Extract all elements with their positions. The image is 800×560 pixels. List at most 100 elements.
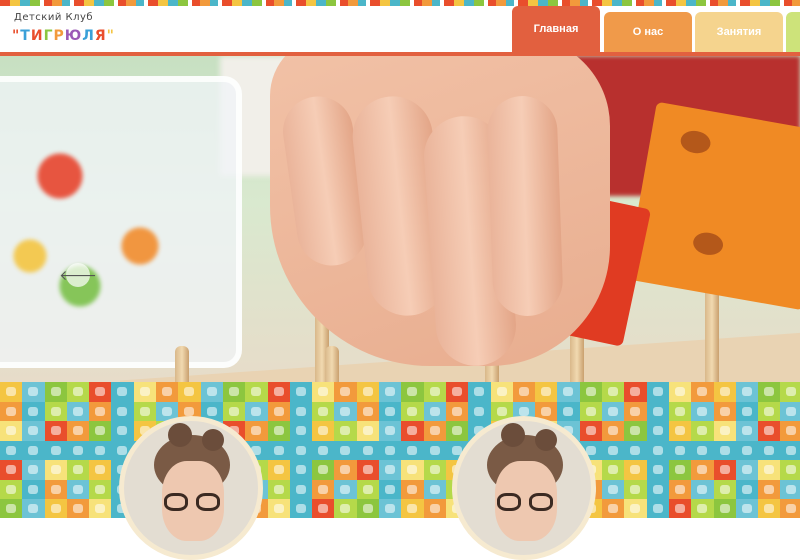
pattern-tile [445, 382, 469, 402]
logo-letter: Г [43, 28, 54, 44]
logo-letter: Т [20, 28, 31, 44]
pattern-tile [691, 479, 714, 499]
pattern-tile [133, 401, 157, 421]
nav-tab-classes[interactable]: Занятия [695, 12, 783, 52]
pattern-tile [445, 421, 469, 441]
pattern-tile [289, 401, 313, 421]
pattern-tile [735, 382, 759, 402]
pattern-tile [735, 421, 759, 441]
pattern-tile [668, 421, 692, 441]
pattern-tile [267, 421, 290, 441]
pattern-tile [423, 499, 446, 518]
logo-letter: Р [53, 28, 65, 44]
orange-wooden-block [625, 101, 800, 311]
nav-tab-about[interactable]: О нас [604, 12, 692, 52]
pattern-tile [379, 401, 402, 421]
pattern-tile [780, 460, 800, 480]
pattern-tile [758, 479, 781, 499]
pattern-tile [312, 440, 335, 460]
pattern-tile [624, 382, 647, 402]
logo-letter: Л [82, 28, 95, 44]
nav-tab-home[interactable]: Главная [512, 6, 600, 52]
pattern-tile [758, 440, 781, 460]
pattern-tile [602, 401, 625, 421]
pattern-tile [0, 499, 23, 518]
pattern-tile [289, 421, 313, 441]
pattern-tile [66, 382, 90, 402]
pattern-tile [758, 382, 781, 402]
pattern-tile [66, 421, 90, 441]
pattern-tile [579, 401, 603, 421]
pattern-tile [0, 440, 23, 460]
pattern-tile [713, 460, 736, 480]
pattern-tile [89, 401, 112, 421]
pattern-tile [602, 440, 625, 460]
club-logo[interactable]: Детский Клуб "ТИГРЮЛЯ" [12, 10, 122, 50]
pattern-tile [89, 460, 112, 480]
pattern-tile [691, 382, 714, 402]
pattern-tile [401, 499, 424, 518]
pattern-tile [379, 382, 402, 402]
pattern-tile [780, 401, 800, 421]
pattern-tile [401, 421, 424, 441]
pattern-tile [334, 401, 357, 421]
pattern-tile [713, 479, 736, 499]
pattern-tile [356, 479, 380, 499]
pattern-tile [646, 440, 669, 460]
pattern-tile [111, 401, 134, 421]
pattern-tile [0, 421, 23, 441]
portrait-girl-1[interactable] [119, 416, 263, 560]
pattern-tile [356, 401, 380, 421]
pattern-tile [423, 401, 446, 421]
pattern-tile [22, 382, 45, 402]
pattern-tile [691, 421, 714, 441]
pattern-tile [379, 421, 402, 441]
nav-tab-more[interactable] [786, 12, 800, 52]
pattern-tile [245, 401, 268, 421]
pattern-tile [668, 499, 692, 518]
pattern-tile [423, 382, 446, 402]
pattern-tile [312, 499, 335, 518]
pattern-tile [44, 401, 67, 421]
pattern-tile [0, 401, 23, 421]
pattern-tile [490, 382, 513, 402]
pattern-tile [44, 499, 67, 518]
pattern-tile [267, 440, 290, 460]
pattern-tile [334, 479, 357, 499]
pattern-tile [758, 499, 781, 518]
portrait-girl-2[interactable] [452, 416, 596, 560]
pattern-tile [356, 421, 380, 441]
pattern-tile [356, 382, 380, 402]
logo-letter: Я [94, 28, 107, 44]
pattern-tile [758, 401, 781, 421]
pattern-tile [267, 460, 290, 480]
pattern-tile [624, 401, 647, 421]
pattern-tile [267, 479, 290, 499]
pattern-tile [423, 440, 446, 460]
pattern-tile [602, 421, 625, 441]
pattern-tile [780, 479, 800, 499]
pattern-tile [780, 499, 800, 518]
pattern-tile [624, 499, 647, 518]
pattern-tile [579, 421, 603, 441]
pattern-tile [334, 440, 357, 460]
pattern-tile [713, 421, 736, 441]
arrow-left-icon[interactable]: 🡐 [59, 263, 97, 287]
pattern-tile [66, 479, 90, 499]
pattern-tile [646, 499, 669, 518]
pattern-tile [512, 382, 536, 402]
pattern-tile [66, 499, 90, 518]
pattern-tile [22, 421, 45, 441]
pattern-tile [691, 499, 714, 518]
pattern-tile [178, 382, 201, 402]
pattern-tile [646, 421, 669, 441]
logo-letter: Ю [64, 28, 83, 44]
pattern-tile [44, 440, 67, 460]
pattern-tile [691, 440, 714, 460]
pattern-tile [312, 421, 335, 441]
pattern-tile [289, 479, 313, 499]
pattern-tile [557, 382, 580, 402]
pattern-tile [423, 421, 446, 441]
pattern-tile [66, 440, 90, 460]
logo-letter: И [30, 28, 44, 44]
